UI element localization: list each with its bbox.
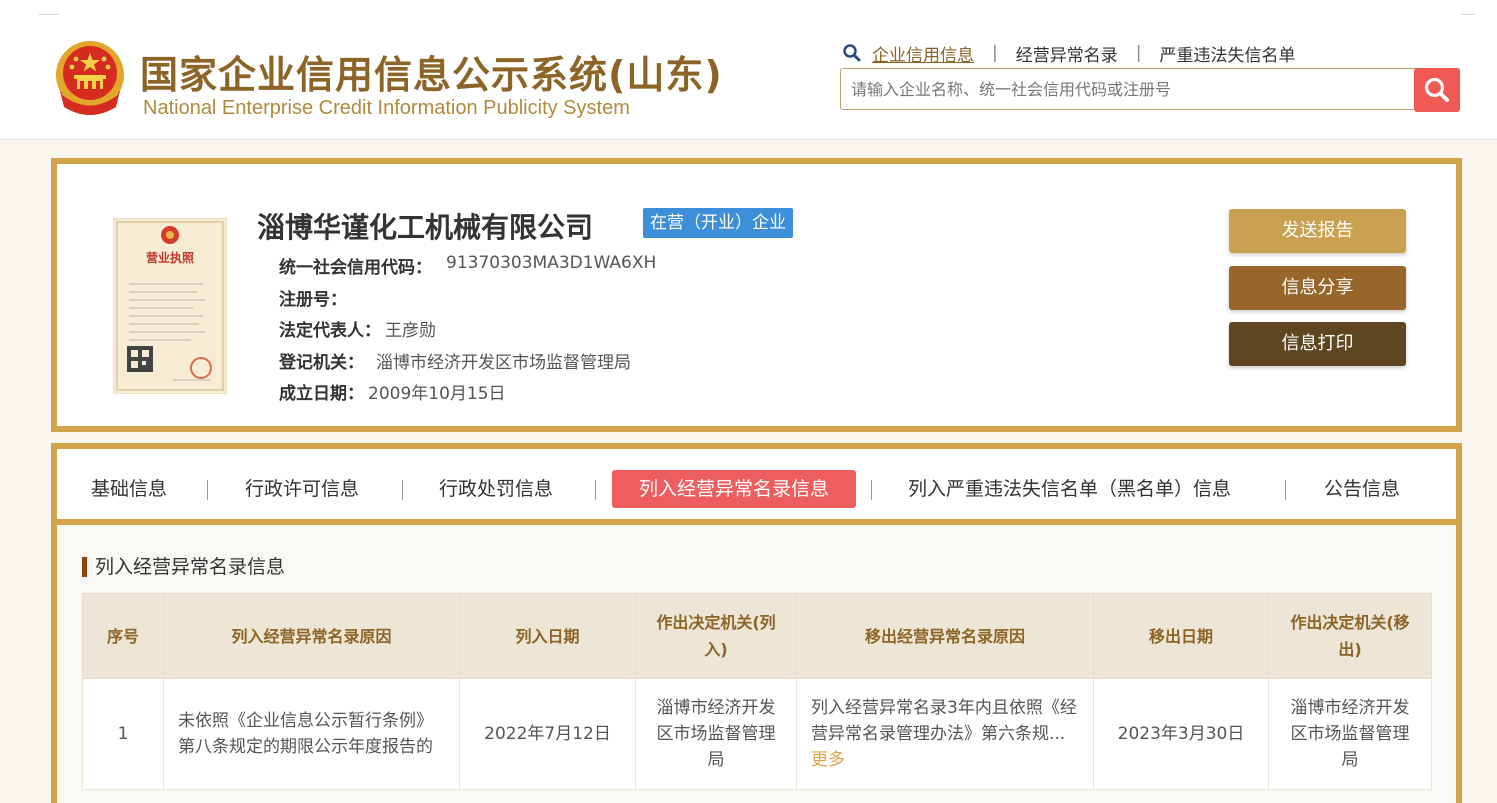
authority-value: 淄博市经济开发区市场监督管理局	[376, 353, 631, 373]
company-card: 营业执照 淄博华谨化工机械有限公司 在营（开业）企业 统一社会信用代码： 913…	[51, 158, 1462, 432]
reg-no-row: 注册号：	[279, 285, 347, 310]
reason-out-text: 列入经营异常名录3年内且依照《经营异常名录管理办法》第六条规...	[811, 698, 1077, 744]
reg-no-label: 注册号：	[279, 290, 347, 310]
tab-admin-license[interactable]: 行政许可信息	[245, 470, 359, 508]
column-header: 列入日期	[459, 593, 636, 679]
column-header: 序号	[82, 593, 164, 679]
nav-separator: |	[1135, 43, 1142, 63]
nav-link-abnormal-list[interactable]: 经营异常名录	[1016, 41, 1118, 66]
tab-separator	[595, 480, 596, 500]
legal-rep-value: 王彦勋	[385, 321, 436, 341]
tab-basic-info[interactable]: 基础信息	[91, 470, 167, 508]
status-badge: 在营（开业）企业	[643, 208, 793, 238]
cell-date-out: 2023年3月30日	[1093, 678, 1269, 790]
tab-bar: 基础信息 行政许可信息 行政处罚信息 列入经营异常名录信息 列入严重违法失信名单…	[57, 449, 1456, 525]
search-icon	[1424, 77, 1449, 102]
founded-value: 2009年10月15日	[368, 384, 506, 404]
table-header-row: 序号 列入经营异常名录原因 列入日期 作出决定机关(列入) 移出经营异常名录原因…	[82, 593, 1432, 679]
column-header: 作出决定机关(移出)	[1268, 593, 1432, 679]
cell-date-in: 2022年7月12日	[459, 678, 636, 790]
search-input[interactable]	[841, 69, 1411, 109]
founded-label: 成立日期：	[279, 384, 364, 404]
cell-no: 1	[82, 678, 164, 790]
column-header: 移出日期	[1093, 593, 1269, 679]
license-title: 营业执照	[146, 250, 194, 265]
nav-link-serious-violation[interactable]: 严重违法失信名单	[1159, 41, 1295, 66]
section-title: 列入经营异常名录信息	[82, 557, 285, 577]
site-header: 国家企业信用信息公示系统(山东) National Enterprise Cre…	[0, 0, 1497, 140]
search-box	[840, 68, 1460, 112]
search-button[interactable]	[1414, 68, 1460, 112]
credit-code-label: 统一社会信用代码：	[279, 258, 432, 278]
send-report-button[interactable]: 发送报告	[1229, 209, 1406, 253]
authority-label: 登记机关：	[279, 353, 364, 373]
print-button[interactable]: 信息打印	[1229, 322, 1406, 366]
table-row: 1 未依照《企业信息公示暂行条例》第八条规定的期限公示年度报告的 2022年7月…	[82, 678, 1432, 790]
column-header: 列入经营异常名录原因	[163, 593, 460, 679]
company-name: 淄博华谨化工机械有限公司	[257, 211, 594, 244]
cell-authority-in: 淄博市经济开发区市场监督管理局	[635, 678, 797, 790]
cell-reason-out: 列入经营异常名录3年内且依照《经营异常名录管理办法》第六条规... 更多	[796, 678, 1094, 790]
authority-row: 登记机关： 淄博市经济开发区市场监督管理局	[279, 348, 631, 373]
tab-separator	[402, 480, 403, 500]
tab-separator	[871, 480, 872, 500]
column-header: 移出经营异常名录原因	[796, 593, 1094, 679]
divider	[1460, 14, 1476, 15]
tab-announcements[interactable]: 公告信息	[1324, 470, 1400, 508]
credit-code-row: 统一社会信用代码： 91370303MA3D1WA6XH	[279, 253, 656, 278]
divider	[38, 14, 60, 15]
nav-separator: |	[992, 43, 998, 63]
legal-rep-label: 法定代表人：	[279, 321, 381, 341]
info-section: 基础信息 行政许可信息 行政处罚信息 列入经营异常名录信息 列入严重违法失信名单…	[51, 443, 1462, 803]
more-link[interactable]: 更多	[811, 750, 845, 770]
site-title: 国家企业信用信息公示系统(山东)	[140, 53, 723, 97]
tab-blacklist[interactable]: 列入严重违法失信名单（黑名单）信息	[908, 470, 1231, 508]
share-button[interactable]: 信息分享	[1229, 266, 1406, 310]
nav-link-credit-info[interactable]: 企业信用信息	[872, 41, 974, 66]
search-icon	[843, 44, 861, 62]
cell-reason-in: 未依照《企业信息公示暂行条例》第八条规定的期限公示年度报告的	[163, 678, 460, 790]
national-emblem-icon	[56, 41, 124, 115]
tab-separator	[1285, 480, 1286, 500]
abnormal-list-table: 序号 列入经营异常名录原因 列入日期 作出决定机关(列入) 移出经营异常名录原因…	[82, 593, 1432, 790]
column-header: 作出决定机关(列入)	[635, 593, 797, 679]
tab-abnormal-list[interactable]: 列入经营异常名录信息	[612, 470, 856, 508]
tab-separator	[207, 480, 208, 500]
business-license-image[interactable]: 营业执照	[113, 218, 227, 394]
legal-rep-row: 法定代表人： 王彦勋	[279, 316, 436, 341]
credit-code-value: 91370303MA3D1WA6XH	[446, 253, 657, 273]
top-nav: 企业信用信息 | 经营异常名录 | 严重违法失信名单	[842, 40, 1295, 66]
tab-admin-penalty[interactable]: 行政处罚信息	[439, 470, 553, 508]
site-subtitle: National Enterprise Credit Information P…	[143, 97, 630, 119]
cell-authority-out: 淄博市经济开发区市场监督管理局	[1268, 678, 1432, 790]
founded-row: 成立日期： 2009年10月15日	[279, 379, 506, 404]
